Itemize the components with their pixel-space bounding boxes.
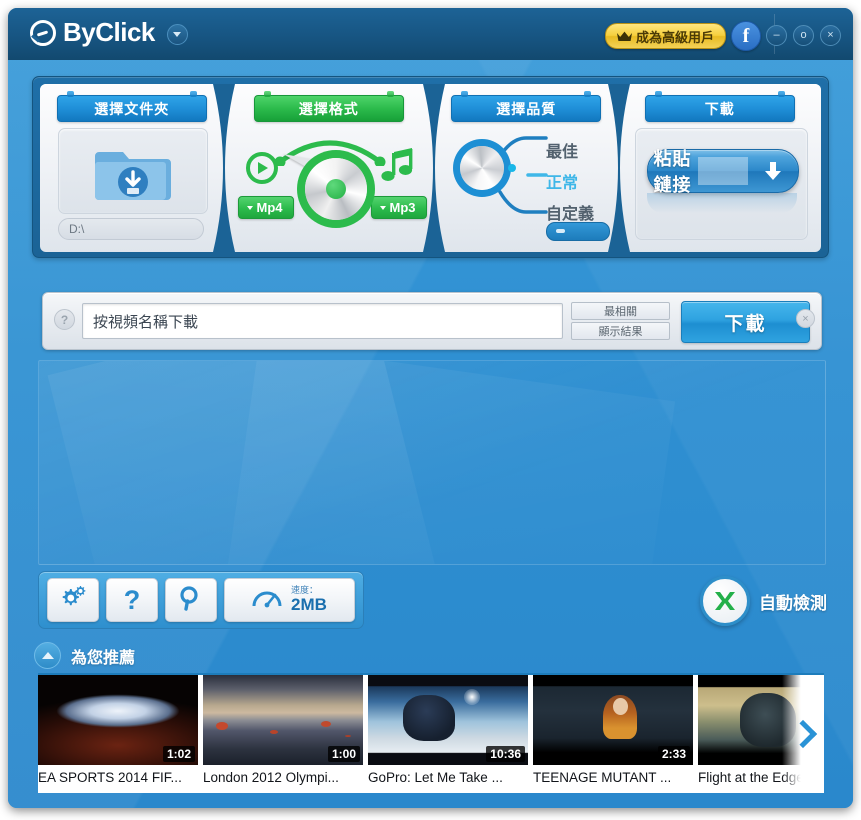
audio-format-label: Mp3	[389, 200, 416, 215]
chevron-right-icon	[788, 719, 818, 749]
crown-icon	[616, 31, 632, 42]
music-note-icon	[380, 148, 415, 184]
brand-logo[interactable]: ByClick	[30, 17, 188, 48]
chevron-up-icon	[41, 652, 54, 659]
speed-value: 2MB	[291, 594, 327, 614]
byclick-logo-icon	[30, 19, 56, 46]
collapse-recommendations-button[interactable]	[34, 642, 61, 669]
quality-dial-knob[interactable]	[460, 146, 504, 190]
facebook-icon[interactable]: f	[731, 21, 761, 51]
video-duration: 1:02	[162, 746, 195, 762]
format-dial-knob[interactable]	[304, 158, 367, 220]
video-duration: 2:33	[657, 746, 690, 762]
quality-dial-indicator	[508, 164, 516, 172]
step-download: 下載 粘貼鏈接	[618, 84, 822, 252]
gauge-icon	[252, 586, 282, 615]
speed-text: 速度： 2MB	[291, 585, 327, 614]
magnifier-icon	[178, 585, 204, 616]
paste-link-label: 粘貼鏈接	[653, 149, 692, 195]
application-window: ByClick 成為高級用戶 f – o × 選擇文件夾 D:\ 選擇格式 Mp…	[8, 8, 853, 808]
video-title: London 2012 Olympi...	[203, 770, 339, 785]
step-choose-quality: 選擇品質 最佳 正常 自定義	[434, 84, 630, 252]
list-item[interactable]: 1:00 London 2012 Olympi...	[203, 675, 363, 793]
folder-picker[interactable]	[58, 128, 208, 214]
show-results-button[interactable]: 顯示結果	[571, 322, 670, 340]
step-download-tab[interactable]: 下載	[644, 91, 795, 122]
bottom-toolbar: ? 速度： 2MB	[38, 571, 364, 629]
chevron-down-icon	[379, 205, 386, 210]
become-premium-button[interactable]: 成為高級用戶	[604, 23, 726, 49]
steps-panel: 選擇文件夾 D:\ 選擇格式 Mp4 Mp3 選擇品質 最佳 正常 自定義 下載…	[32, 76, 829, 258]
chevron-down-icon	[173, 31, 182, 37]
quality-tick-marks	[498, 132, 552, 223]
quality-option-normal[interactable]: 正常	[546, 167, 594, 195]
recommendations-title: 為您推薦	[71, 649, 136, 667]
list-item[interactable]: 1:02 EA SPORTS 2014 FIF...	[38, 675, 198, 793]
quality-options: 最佳 正常 自定義	[546, 136, 594, 229]
close-button[interactable]: ×	[820, 25, 841, 46]
audio-format-dropdown[interactable]: Mp3	[370, 196, 427, 219]
auto-detect-label: 自動檢測	[759, 593, 827, 613]
step-choose-folder: 選擇文件夾 D:\	[40, 84, 235, 252]
list-item[interactable]: 10:36 GoPro: Let Me Take ...	[368, 675, 528, 793]
video-format-dropdown[interactable]: Mp4	[237, 196, 294, 219]
step-choose-quality-tab[interactable]: 選擇品質	[451, 91, 602, 122]
help-button[interactable]: ?	[106, 578, 158, 622]
step-choose-format: 選擇格式 Mp4 Mp3	[223, 84, 445, 252]
recommendations-header: 為您推薦	[34, 642, 135, 669]
next-recommendations-button[interactable]	[782, 675, 824, 793]
video-title: TEENAGE MUTANT ...	[533, 770, 672, 785]
sort-relevance-button[interactable]: 最相關	[571, 302, 670, 320]
window-controls: – o ×	[766, 25, 841, 46]
thumbnail-image: 2:33	[533, 675, 693, 765]
video-duration: 1:00	[327, 746, 360, 762]
downloads-list-area	[38, 360, 826, 565]
app-root: ByClick 成為高級用戶 f – o × 選擇文件夾 D:\ 選擇格式 Mp…	[0, 0, 861, 820]
help-icon[interactable]: ?	[54, 309, 75, 330]
question-mark-icon: ?	[123, 584, 141, 615]
search-bar: ? 最相關 顯示結果 下載 ×	[42, 292, 822, 350]
brand-name: ByClick	[63, 17, 155, 47]
gear-icon	[59, 585, 87, 616]
thumbnail-image: 10:36	[368, 675, 528, 765]
video-duration: 10:36	[486, 746, 525, 762]
format-dial-area: Mp4 Mp3	[224, 126, 435, 252]
maximize-button[interactable]: o	[793, 25, 814, 46]
video-title: GoPro: Let Me Take ...	[368, 770, 503, 785]
search-option-buttons: 最相關 顯示結果	[571, 302, 670, 340]
thumbnail-image: 1:00	[203, 675, 363, 765]
speed-button[interactable]: 速度： 2MB	[224, 578, 355, 622]
paste-button-reflection	[646, 193, 797, 213]
settings-button[interactable]	[47, 578, 99, 622]
chevron-down-icon	[246, 205, 253, 210]
step-choose-folder-tab[interactable]: 選擇文件夾	[56, 91, 207, 122]
step-choose-format-tab[interactable]: 選擇格式	[253, 91, 404, 122]
video-format-label: Mp4	[256, 200, 283, 215]
download-arrow-icon	[748, 160, 798, 182]
thumbnail-image: 1:02	[38, 675, 198, 765]
paste-link-button[interactable]: 粘貼鏈接	[646, 149, 799, 195]
search-download-button[interactable]: 下載	[681, 301, 810, 343]
video-title: EA SPORTS 2014 FIF...	[38, 770, 182, 785]
quality-option-best[interactable]: 最佳	[546, 136, 594, 164]
facebook-glyph: f	[742, 24, 750, 47]
list-item[interactable]: 2:33 TEENAGE MUTANT ...	[533, 675, 693, 793]
search-input[interactable]	[82, 303, 563, 339]
download-path-field[interactable]: D:\	[58, 218, 204, 240]
become-premium-label: 成為高級用戶	[635, 29, 714, 45]
search-button[interactable]	[165, 578, 217, 622]
recommendations-strip: 1:02 EA SPORTS 2014 FIF... 1:00 London 2…	[38, 673, 824, 793]
minimize-button[interactable]: –	[766, 25, 787, 46]
quality-custom-slider[interactable]	[546, 222, 610, 241]
paste-link-container: 粘貼鏈接	[634, 128, 808, 240]
brand-dropdown-button[interactable]	[166, 23, 188, 45]
paste-button-divider	[697, 157, 748, 185]
folder-download-icon	[93, 138, 173, 204]
close-search-icon[interactable]: ×	[796, 309, 815, 328]
title-bar: ByClick 成為高級用戶 f – o ×	[8, 8, 853, 61]
auto-detect-icon[interactable]	[700, 576, 750, 626]
auto-detect-control[interactable]: 自動檢測	[700, 576, 827, 626]
